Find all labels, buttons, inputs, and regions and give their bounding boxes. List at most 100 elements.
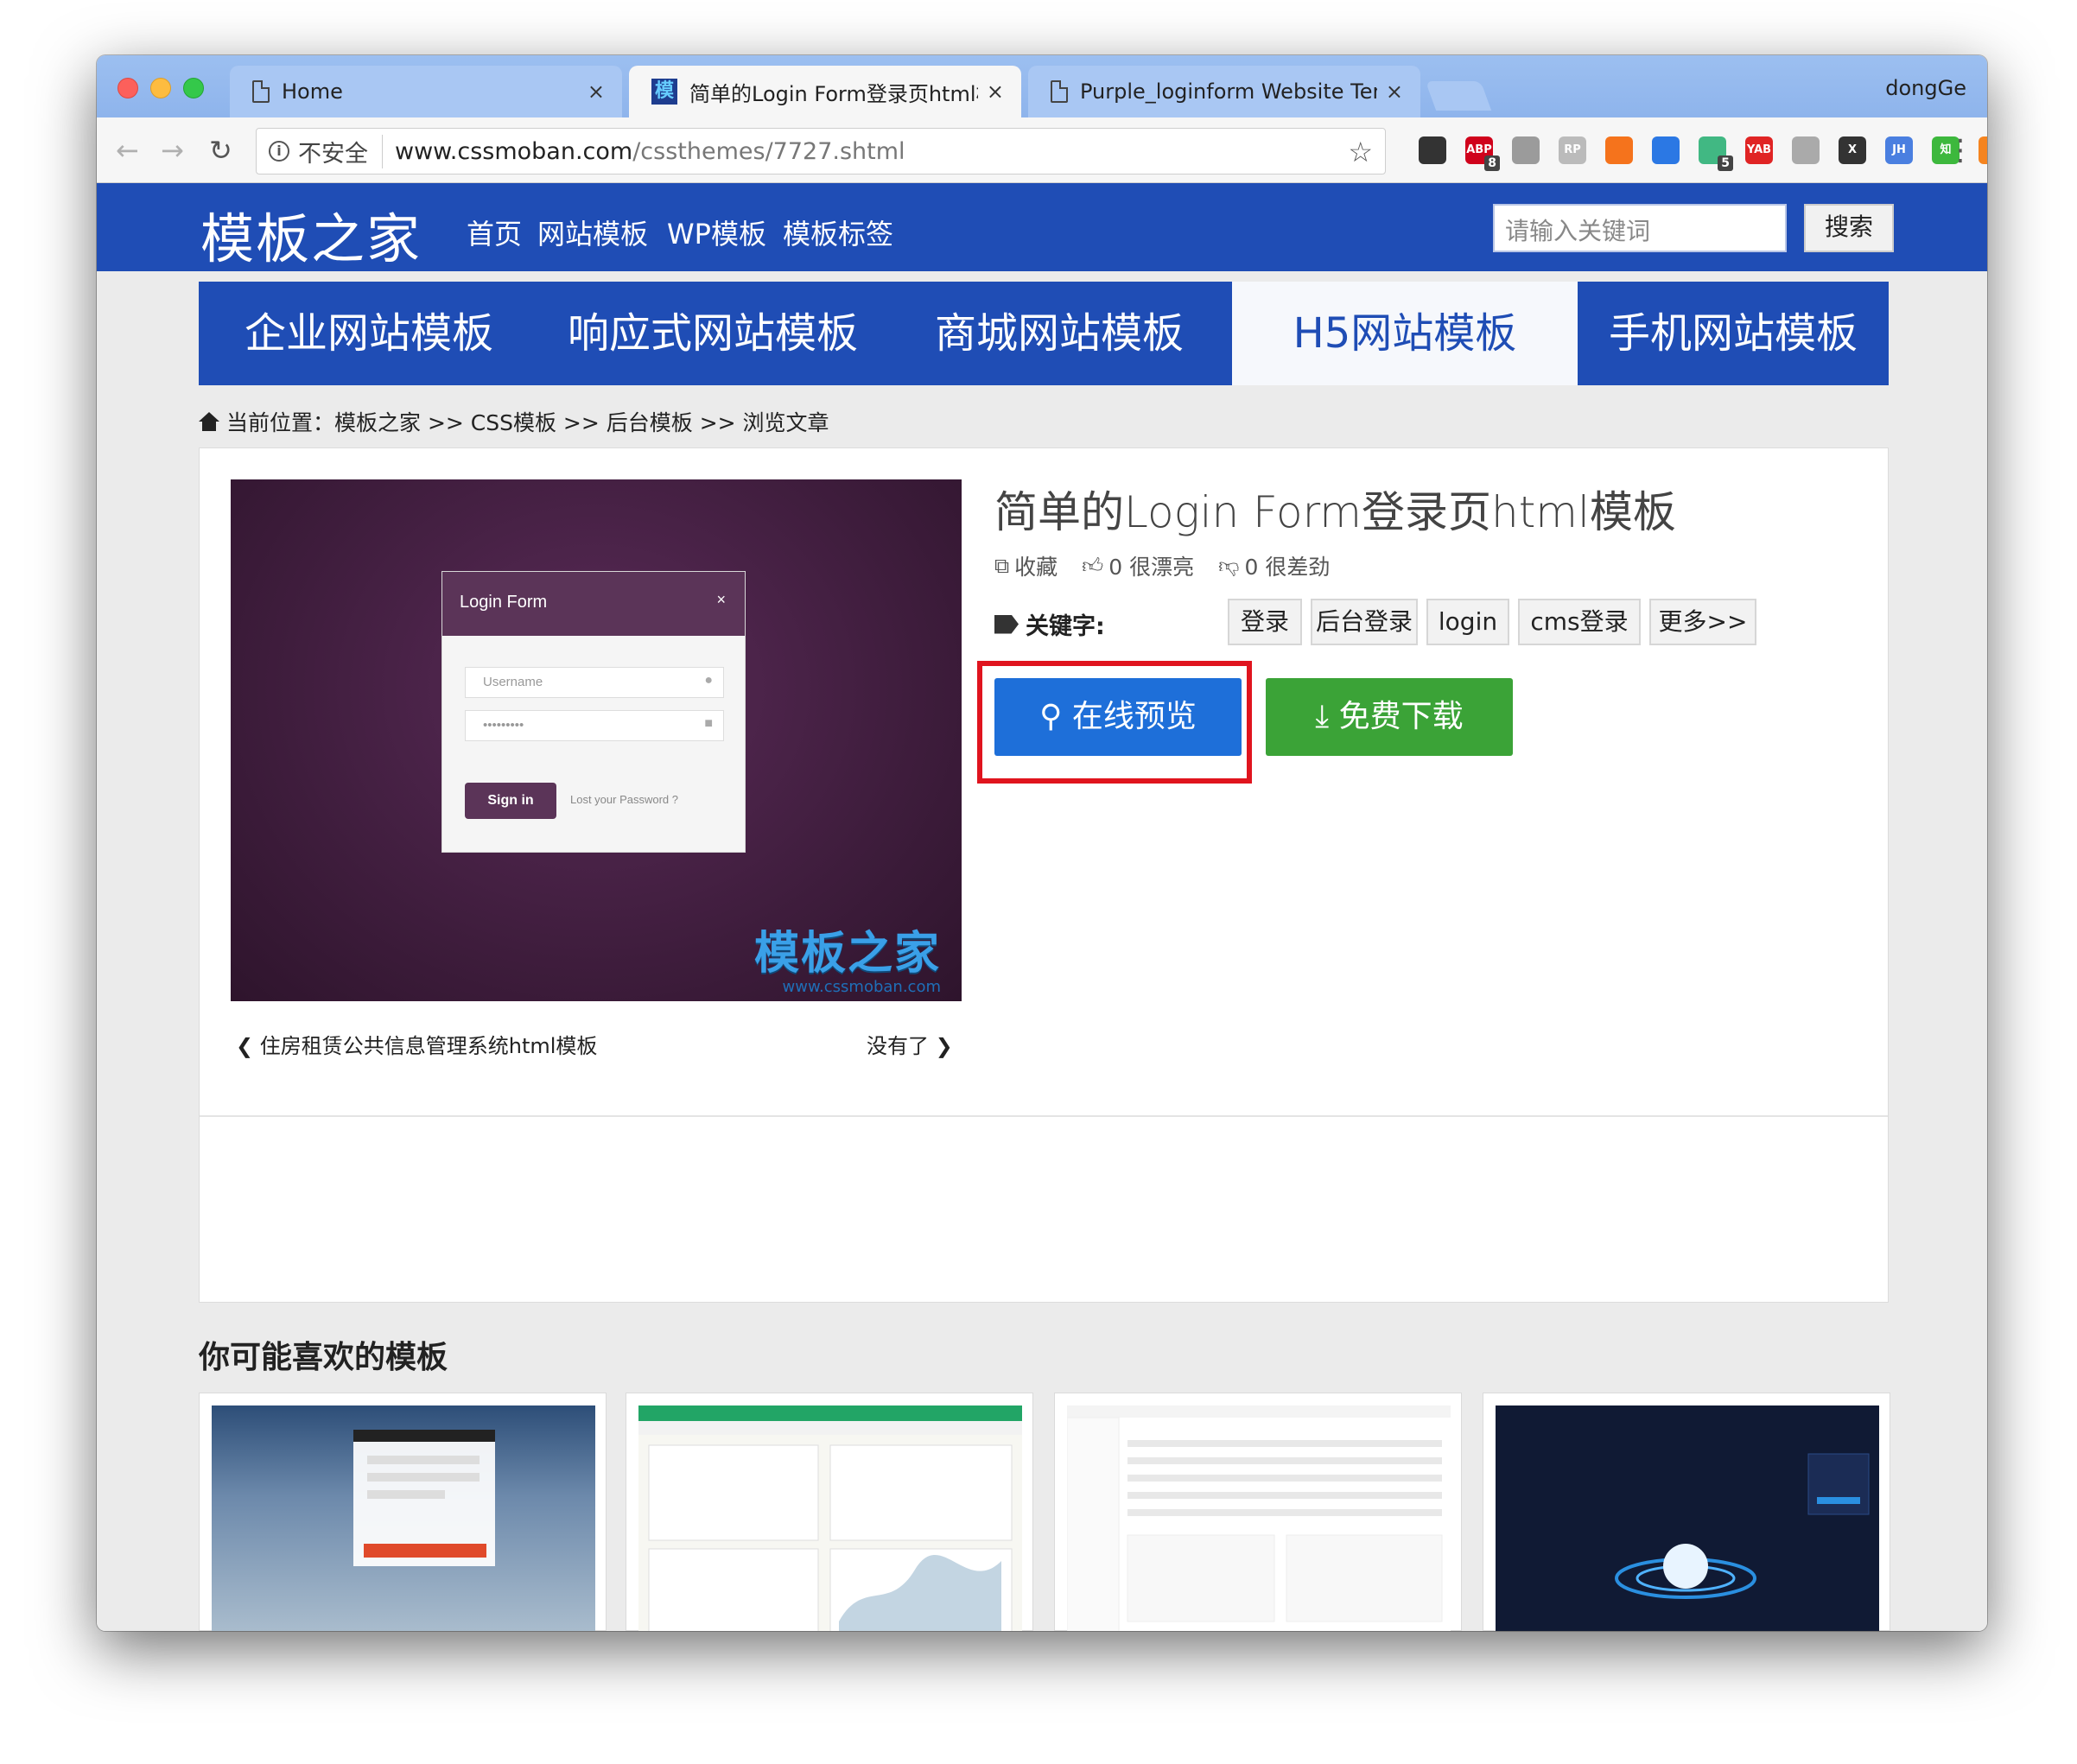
minimize-window-button[interactable] [150, 78, 171, 98]
category-enterprise[interactable]: 企业网站模板 [199, 282, 539, 385]
lifebuoy-extension-icon[interactable] [1605, 136, 1633, 164]
keyword-tag[interactable]: login [1426, 599, 1509, 645]
nav-wp-templates[interactable]: WP模板 [667, 213, 766, 252]
keywords-label-text: 关键字: [1026, 613, 1105, 640]
search-button[interactable]: 搜索 [1804, 204, 1894, 252]
metamask-extension-icon[interactable] [1979, 136, 1987, 164]
category-mobile[interactable]: 手机网站模板 [1578, 282, 1889, 385]
preview-username-field: Username ● [465, 667, 724, 698]
thumbs-up-icon: 👍︎ [1082, 553, 1104, 578]
qr-code-extension-icon[interactable] [1419, 136, 1446, 164]
favorite-label: 收藏 [1014, 555, 1058, 580]
search-icon: ⚲ [1039, 699, 1063, 734]
preview-close-icon: × [716, 591, 726, 608]
bookmark-star-icon[interactable]: ☆ [1348, 136, 1373, 168]
tab-home[interactable]: Home × [230, 66, 622, 117]
template-detail-card: Login Form × Username ● ••••••••• ■ Sign… [199, 447, 1889, 1303]
reload-icon[interactable]: ↻ [209, 135, 232, 166]
profile-name[interactable]: dongGe [1885, 76, 1966, 100]
recommended-thumbnail[interactable] [638, 1405, 1022, 1631]
extension-badge: 5 [1718, 155, 1733, 171]
nav-home[interactable]: 首页 [467, 213, 522, 252]
watermark-url: www.cssmoban.com [782, 978, 941, 996]
search-input[interactable]: 请输入关键词 [1493, 204, 1787, 252]
tab-purple-loginform[interactable]: Purple_loginform Website Tem × [1028, 66, 1420, 117]
keyword-tag[interactable]: 后台登录 [1311, 599, 1418, 645]
breadcrumb-text[interactable]: 当前位置：模板之家 >> CSS模板 >> 后台模板 >> 浏览文章 [226, 406, 829, 437]
recommended-thumbnail[interactable] [1067, 1405, 1451, 1631]
dislikes-label: 0 很差劲 [1244, 555, 1331, 580]
nav-website-templates[interactable]: 网站模板 [537, 213, 648, 252]
back-arrow-icon[interactable]: ← [116, 135, 139, 166]
tab-login-form[interactable]: 模 简单的Login Form登录页html模 × [629, 66, 1021, 117]
tab-title: Purple_loginform Website Tem [1080, 79, 1377, 104]
free-download-label: 免费下载 [1338, 699, 1464, 734]
url-path: /cssthemes/7727.shtml [632, 137, 905, 165]
nav-template-tags[interactable]: 模板标签 [783, 213, 893, 252]
keyword-tag[interactable]: 登录 [1228, 599, 1302, 645]
rp-extension-icon[interactable]: RP [1559, 136, 1586, 164]
download-icon: ⤓ [1315, 699, 1330, 734]
like-button[interactable]: 👍︎ 0 很漂亮 [1082, 550, 1194, 581]
new-tab-button[interactable] [1425, 81, 1492, 111]
preview-password-value: ••••••••• [483, 718, 524, 733]
world-extension-icon[interactable] [1792, 136, 1820, 164]
dislike-button[interactable]: 👎︎ 0 很差劲 [1218, 550, 1330, 581]
address-bar[interactable]: i 不安全 www.cssmoban.com/cssthemes/7727.sh… [256, 128, 1386, 174]
recommended-template-card[interactable] [199, 1393, 607, 1631]
tab-title: Home [282, 79, 343, 104]
url-text[interactable]: www.cssmoban.com/cssthemes/7727.shtml [395, 138, 905, 165]
next-template-link[interactable]: 没有了 ❯ [867, 1029, 953, 1059]
browser-toolbar: ← → ↻ i 不安全 www.cssmoban.com/cssthemes/7… [97, 117, 1987, 183]
extension-badge: 8 [1484, 155, 1500, 171]
adblock-plus-extension-icon[interactable]: ABP 8 [1465, 136, 1500, 171]
page-viewport: 模板之家 首页 网站模板 WP模板 模板标签 请输入关键词 搜索 企业网站模板 … [97, 183, 1987, 1631]
user-icon: ● [704, 673, 713, 688]
yab-extension-icon[interactable]: YAB [1745, 136, 1773, 164]
page-icon [1051, 80, 1068, 103]
maximize-window-button[interactable] [183, 78, 204, 98]
category-shop[interactable]: 商城网站模板 [886, 282, 1232, 385]
favorite-button[interactable]: ⧉ 收藏 [994, 550, 1058, 581]
close-window-button[interactable] [118, 78, 138, 98]
jh-extension-icon[interactable]: JH [1885, 136, 1913, 164]
x-extension-icon[interactable]: X [1839, 136, 1866, 164]
vue-devtools-extension-icon[interactable]: 5 [1699, 136, 1733, 171]
recommended-thumbnail[interactable] [1496, 1405, 1879, 1631]
security-label[interactable]: 不安全 [298, 134, 383, 168]
globe-extension-icon[interactable] [1512, 136, 1540, 164]
recommended-thumbnail[interactable] [212, 1405, 595, 1631]
category-h5[interactable]: H5网站模板 [1232, 282, 1578, 385]
tab-close-icon[interactable]: × [1386, 79, 1403, 104]
recommend-title: 你可能喜欢的模板 [199, 1340, 448, 1375]
category-responsive[interactable]: 响应式网站模板 [539, 282, 886, 385]
tab-close-icon[interactable]: × [987, 79, 1004, 104]
watermark: 模板之家 www.cssmoban.com [754, 917, 941, 996]
breadcrumb: 当前位置：模板之家 >> CSS模板 >> 后台模板 >> 浏览文章 [199, 406, 829, 437]
url-host: www.cssmoban.com [395, 137, 633, 165]
next-template-label: 没有了 [867, 1034, 929, 1058]
online-preview-button[interactable]: ⚲ 在线预览 [994, 678, 1242, 756]
preview-form-title: Login Form [460, 593, 548, 612]
online-preview-label: 在线预览 [1071, 699, 1197, 734]
thumbnail-bootstrap-admin [638, 1405, 1022, 1631]
site-logo[interactable]: 模板之家 [200, 195, 422, 273]
forward-arrow-icon[interactable]: → [161, 135, 184, 166]
keyword-tag[interactable]: 更多>> [1649, 599, 1756, 645]
tab-close-icon[interactable]: × [588, 79, 605, 104]
translate-extension-icon[interactable] [1652, 136, 1680, 164]
template-stats: ⧉ 收藏 👍︎ 0 很漂亮 👎︎ 0 很差劲 [994, 550, 1354, 581]
template-preview-image[interactable]: Login Form × Username ● ••••••••• ■ Sign… [231, 479, 962, 1001]
keyword-tag[interactable]: cms登录 [1518, 599, 1641, 645]
recommended-template-card[interactable] [1483, 1393, 1890, 1631]
free-download-button[interactable]: ⤓ 免费下载 [1266, 678, 1513, 756]
preview-form-header: Login Form × [442, 572, 745, 636]
thumbs-down-icon: 👎︎ [1218, 553, 1240, 578]
recommended-template-card[interactable] [626, 1393, 1033, 1631]
preview-login-form: Login Form × Username ● ••••••••• ■ Sign… [441, 571, 746, 853]
recommended-template-card[interactable] [1054, 1393, 1462, 1631]
info-icon[interactable]: i [269, 141, 289, 162]
chevron-left-icon: ❮ [236, 1034, 254, 1058]
browser-menu-icon[interactable]: ⋮ [1946, 133, 1975, 168]
previous-template-link[interactable]: ❮ 住房租赁公共信息管理系统html模板 [236, 1029, 597, 1059]
